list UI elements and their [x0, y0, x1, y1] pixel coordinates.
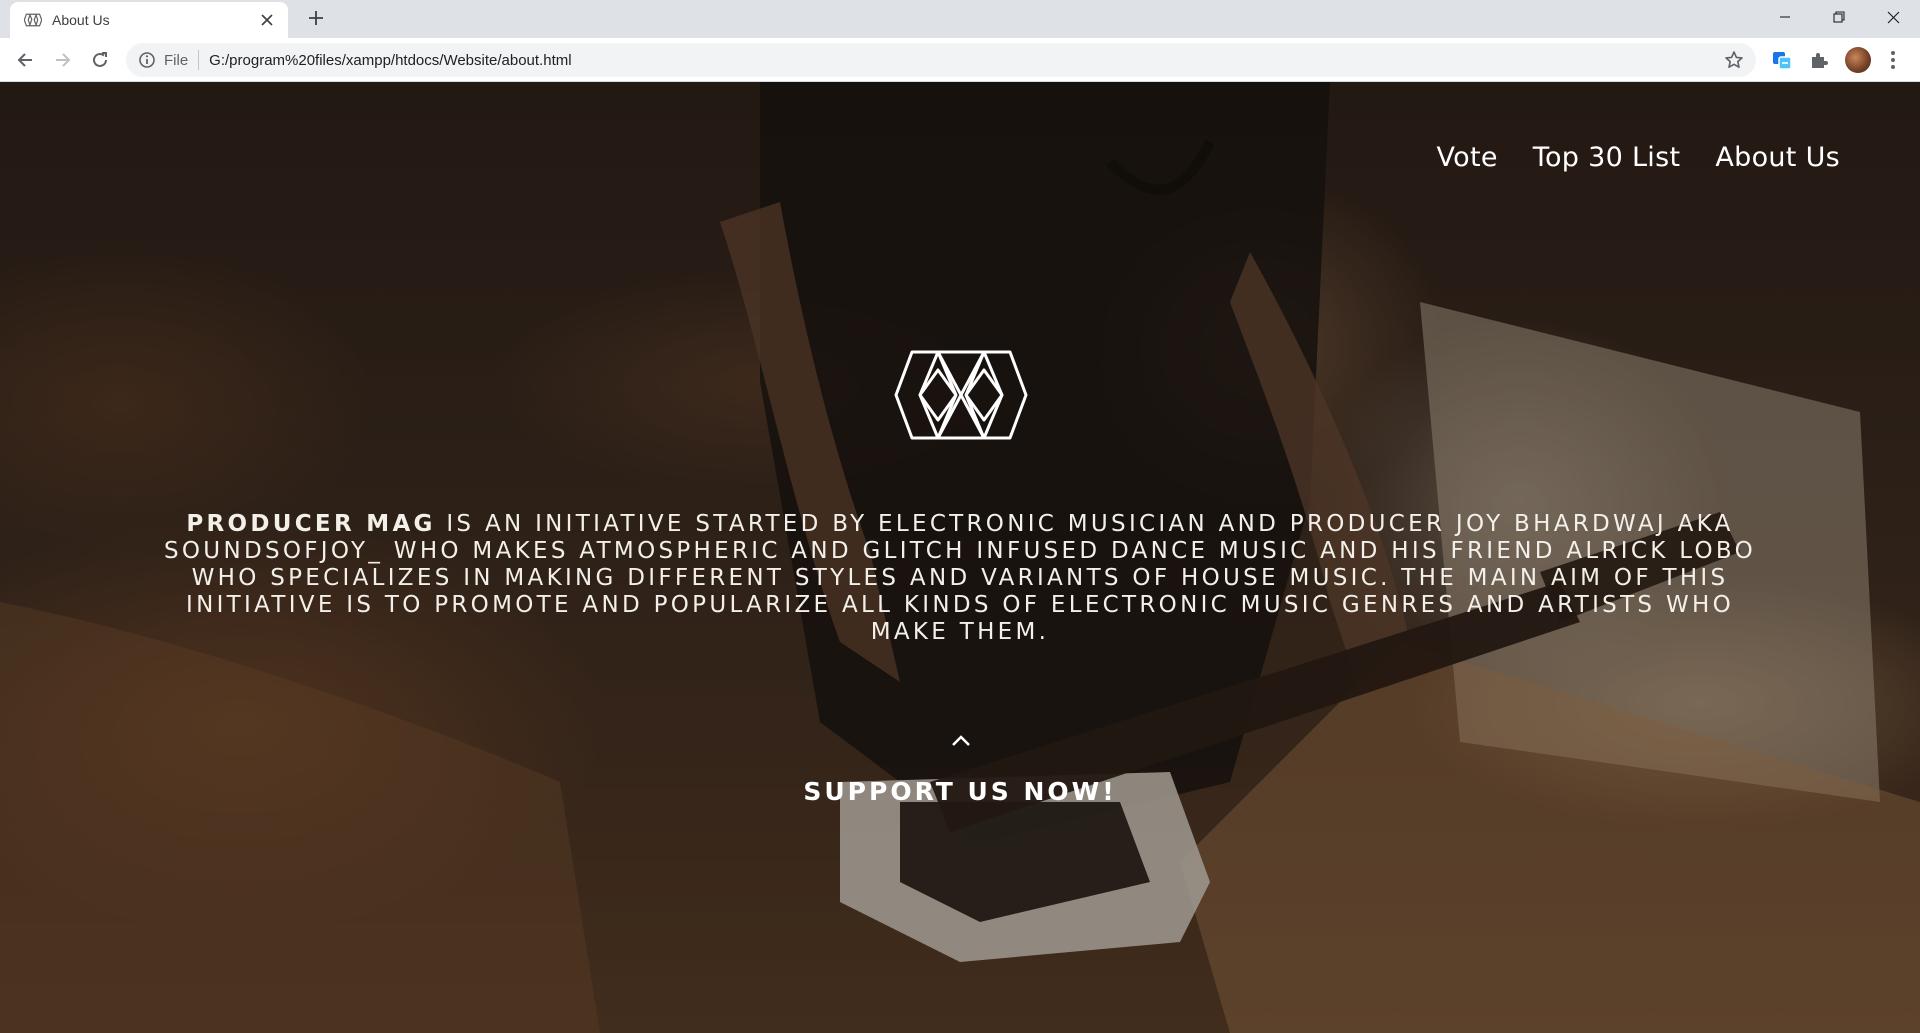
scheme-label: File — [164, 51, 189, 69]
producer-mag-logo-icon — [24, 11, 42, 29]
bookmark-star-icon[interactable] — [1724, 50, 1744, 70]
tab-title: About Us — [52, 12, 110, 28]
tab-strip: About Us — [0, 0, 1920, 38]
hero-section: Vote Top 30 List About Us Producer Mag i… — [0, 82, 1920, 1033]
back-arrow-icon[interactable] — [12, 47, 38, 73]
chevron-up-icon[interactable] — [950, 734, 972, 748]
url-text[interactable]: G:/program%20files/xampp/htdocs/Website/… — [209, 52, 1724, 69]
info-icon[interactable] — [138, 51, 156, 69]
nav-link-top-30-list[interactable]: Top 30 List — [1533, 142, 1681, 173]
nav-link-about-us[interactable]: About Us — [1715, 142, 1840, 173]
forward-arrow-icon[interactable] — [50, 47, 76, 73]
about-paragraph: Producer Mag is an initiative started by… — [155, 511, 1765, 646]
extensions-puzzle-icon[interactable] — [1806, 47, 1832, 73]
main-nav: Vote Top 30 List About Us — [1436, 142, 1840, 173]
plus-icon[interactable] — [304, 6, 328, 30]
brand-name: Producer Mag — [186, 511, 436, 537]
address-bar[interactable]: File G:/program%20files/xampp/htdocs/Web… — [126, 43, 1756, 77]
browser-toolbar: File G:/program%20files/xampp/htdocs/Web… — [0, 38, 1920, 82]
restore-icon[interactable] — [1816, 0, 1862, 34]
support-us-button[interactable]: SUPPORT US NOW! — [760, 777, 1160, 806]
omnibox-divider — [198, 50, 200, 70]
minimize-icon[interactable] — [1762, 0, 1808, 34]
close-icon[interactable] — [258, 11, 276, 29]
menu-dots-icon[interactable] — [1880, 47, 1906, 73]
profile-avatar[interactable] — [1845, 47, 1871, 73]
translate-icon[interactable] — [1769, 47, 1795, 73]
window-close-icon[interactable] — [1870, 0, 1916, 34]
producer-mag-logo-icon — [894, 350, 1028, 440]
reload-icon[interactable] — [87, 47, 113, 73]
nav-link-vote[interactable]: Vote — [1436, 142, 1497, 173]
browser-tab[interactable]: About Us — [10, 2, 288, 38]
